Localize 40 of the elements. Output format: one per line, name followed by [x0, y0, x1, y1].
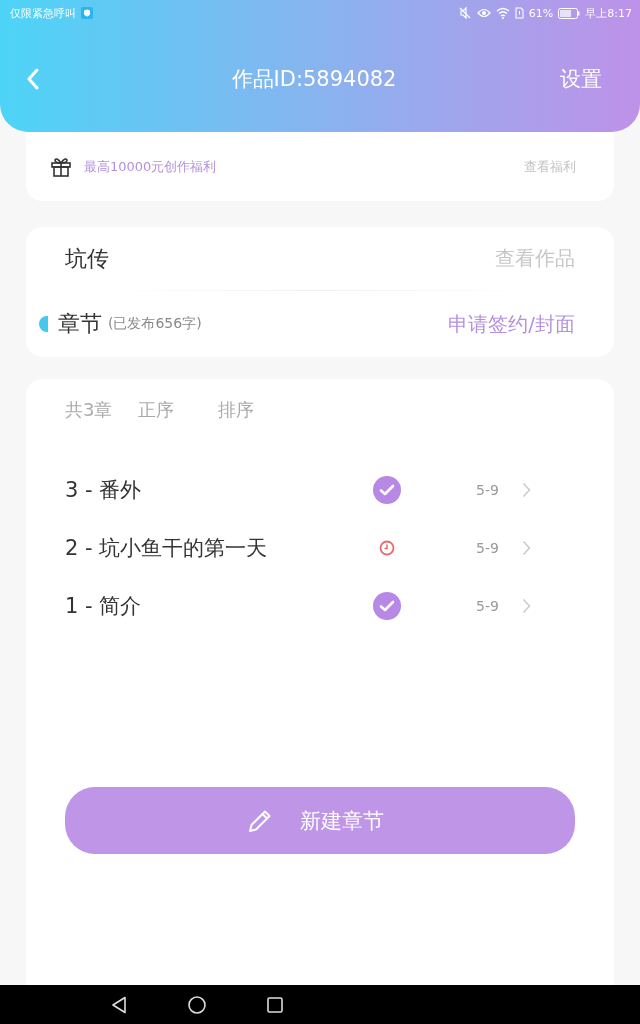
chapter-date: 5-9 — [476, 540, 500, 556]
work-title: 坑传 — [65, 244, 109, 273]
settings-button[interactable]: 设置 — [560, 65, 602, 93]
eye-icon — [476, 7, 491, 19]
shield-icon — [81, 7, 93, 19]
wifi-icon — [495, 7, 510, 19]
clock-text: 早上8:17 — [585, 5, 632, 21]
chapter-title[interactable]: 1 - 简介 — [65, 592, 365, 620]
battery-icon — [558, 7, 581, 19]
section-title: 章节 — [58, 310, 102, 338]
page-title: 作品ID:5894082 — [231, 66, 397, 93]
clock-icon — [379, 540, 395, 556]
recents-square-icon[interactable] — [267, 996, 283, 1013]
mute-icon — [457, 6, 472, 20]
section-marker-icon — [39, 316, 48, 332]
chapter-title[interactable]: 2 - 坑小鱼干的第一天 — [65, 534, 365, 562]
order-toggle[interactable]: 正序 — [138, 398, 175, 422]
gift-icon — [50, 155, 72, 178]
sort-toggle[interactable]: 排序 — [218, 398, 255, 422]
new-chapter-button[interactable]: 新建章节 — [65, 787, 575, 854]
check-icon — [373, 476, 401, 504]
chapter-date: 5-9 — [476, 482, 500, 498]
chapter-date: 5-9 — [476, 598, 500, 614]
view-benefits-link[interactable]: 查看福利 — [524, 157, 576, 176]
chapter-title[interactable]: 3 - 番外 — [65, 476, 365, 504]
home-circle-icon[interactable] — [188, 995, 206, 1014]
battery-percent: 61% — [528, 6, 554, 20]
apply-contract-link[interactable]: 申请签约/封面 — [448, 310, 575, 338]
chevron-icon[interactable] — [522, 482, 531, 498]
chapter-count: 共3章 — [65, 398, 113, 422]
carrier-text: 仅限紧急呼叫 — [10, 5, 76, 21]
view-work-link[interactable]: 查看作品 — [495, 245, 575, 272]
chevron-icon[interactable] — [522, 598, 531, 614]
chevron-icon[interactable] — [522, 540, 531, 556]
bonus-text: 最高10000元创作福利 — [84, 157, 217, 176]
back-icon[interactable] — [26, 68, 40, 90]
sim-icon — [514, 7, 524, 19]
check-icon — [373, 592, 401, 620]
back-triangle-icon[interactable] — [111, 995, 127, 1014]
published-count: (已发布656字) — [108, 315, 202, 333]
